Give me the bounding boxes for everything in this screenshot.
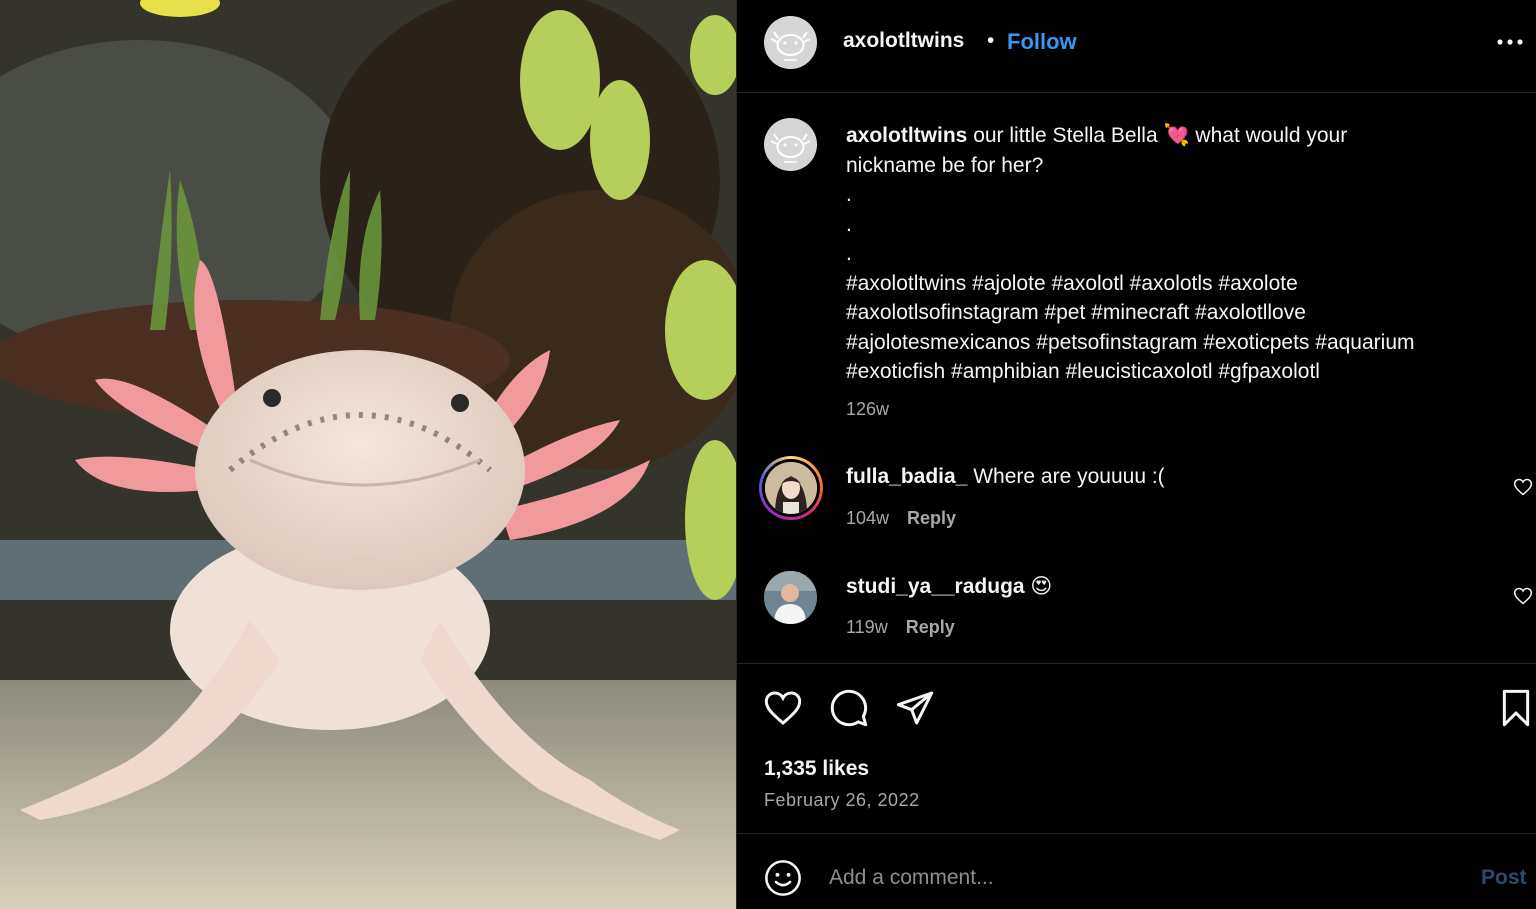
caption-dot: . xyxy=(846,242,852,265)
comment-timestamp[interactable]: 119w xyxy=(846,617,888,637)
hashtags-line[interactable]: #axolotltwins #ajolote #axolotl #axolotl… xyxy=(846,269,1516,299)
comment-input[interactable] xyxy=(829,863,1429,893)
heart-icon[interactable] xyxy=(1513,477,1533,497)
axolotl-photo xyxy=(0,0,736,909)
post-photo[interactable] xyxy=(0,0,736,909)
caption-timestamp[interactable]: 126w xyxy=(846,399,889,420)
caption-username[interactable]: axolotltwins xyxy=(846,124,967,147)
caption-dot: . xyxy=(846,183,852,206)
comment-timestamp[interactable]: 104w xyxy=(846,508,889,528)
bookmark-icon[interactable] xyxy=(1496,688,1536,728)
avatar[interactable] xyxy=(764,16,817,69)
comment-avatar[interactable] xyxy=(764,571,817,624)
follow-button[interactable]: Follow xyxy=(1007,29,1077,55)
comment-bubble-icon[interactable] xyxy=(829,688,869,728)
heart-icon[interactable] xyxy=(1513,586,1533,606)
caption-text-line2: nickname be for her? xyxy=(846,153,1044,177)
caption-dot: . xyxy=(846,212,852,236)
person-avatar-icon xyxy=(764,571,817,624)
emoji-icon[interactable] xyxy=(764,859,802,897)
post-actions: 1,335 likes February 26, 2022 xyxy=(737,663,1536,834)
add-comment-bar: Post xyxy=(737,835,1536,909)
comment-body: 😍 xyxy=(1024,575,1053,598)
comment-body: Where are youuuu :( xyxy=(967,465,1165,488)
reply-button[interactable]: Reply xyxy=(907,508,956,528)
heart-icon[interactable] xyxy=(763,688,803,728)
caption-avatar[interactable] xyxy=(764,118,817,171)
post-caption: axolotltwins our little Stella Bella 💘 w… xyxy=(846,121,1516,387)
comment: studi_ya__raduga 😍 xyxy=(846,574,1052,599)
axolotl-logo-icon xyxy=(764,118,817,171)
comment-meta: 119w Reply xyxy=(846,617,955,638)
more-horizontal-icon[interactable] xyxy=(1495,32,1525,52)
comment-username[interactable]: studi_ya__raduga xyxy=(846,575,1025,598)
anime-girl-avatar-icon xyxy=(765,462,817,514)
likes-count[interactable]: 1,335 likes xyxy=(764,757,869,781)
comment-meta: 104w Reply xyxy=(846,508,956,529)
reply-button[interactable]: Reply xyxy=(906,617,955,637)
axolotl-logo-icon xyxy=(764,16,817,69)
hashtags-line[interactable]: #exoticfish #amphibian #leucisticaxolotl… xyxy=(846,357,1516,387)
post-comment-button[interactable]: Post xyxy=(1481,866,1527,890)
hashtags-line[interactable]: #axolotlsofinstagram #pet #minecraft #ax… xyxy=(846,298,1516,328)
hashtags-line[interactable]: #ajolotesmexicanos #petsofinstagram #exo… xyxy=(846,328,1516,358)
comment-avatar[interactable] xyxy=(759,456,823,520)
paper-plane-icon[interactable] xyxy=(895,688,935,728)
caption-text: our little Stella Bella 💘 what would you… xyxy=(967,124,1348,147)
post-date: February 26, 2022 xyxy=(764,790,920,810)
post-panel: axolotltwins • Follow axolotltwins our l… xyxy=(736,0,1536,909)
comment: fulla_badia_ Where are youuuu :( xyxy=(846,465,1165,489)
comment-username[interactable]: fulla_badia_ xyxy=(846,465,967,488)
post-header: axolotltwins • Follow xyxy=(737,0,1536,93)
separator-dot: • xyxy=(987,29,995,52)
post-author-username[interactable]: axolotltwins xyxy=(843,29,964,53)
